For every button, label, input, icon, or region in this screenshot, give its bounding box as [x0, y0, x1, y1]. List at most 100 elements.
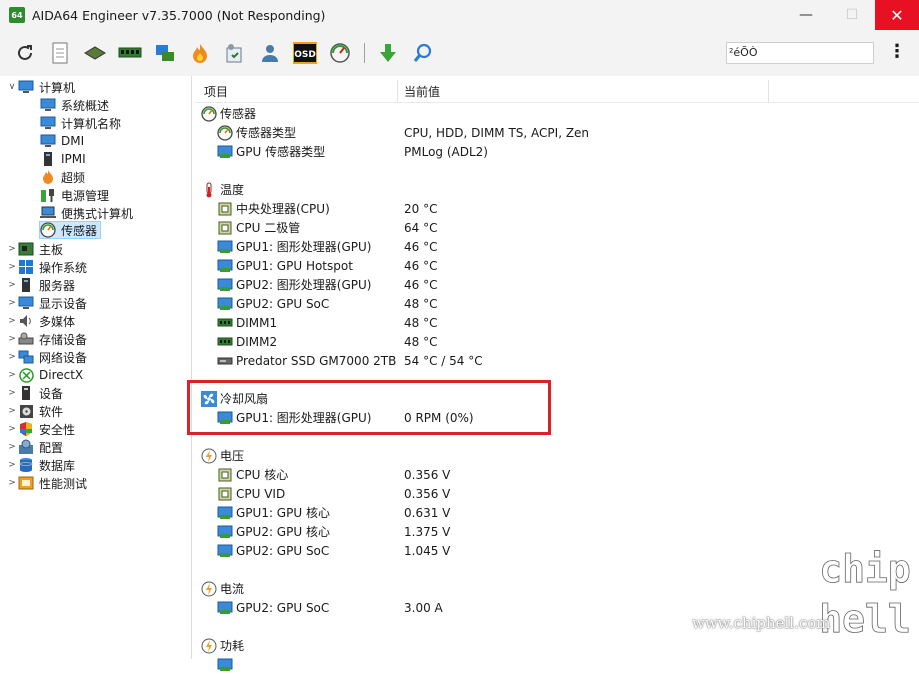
- collapse-arrow-icon[interactable]: >: [6, 316, 18, 326]
- cpu-chip-icon: [217, 201, 233, 217]
- table-row[interactable]: GPU2: 图形处理器(GPU): [217, 275, 372, 294]
- collapse-arrow-icon[interactable]: >: [6, 280, 18, 290]
- app-icon: 64: [9, 7, 25, 23]
- column-divider[interactable]: [768, 80, 769, 102]
- collapse-arrow-icon[interactable]: >: [6, 478, 18, 488]
- tree-item-motherboard[interactable]: > 主板: [6, 240, 63, 258]
- row-value: PMLog (ADL2): [404, 144, 488, 159]
- column-header-item[interactable]: 项目: [204, 80, 228, 102]
- tree-item-sensor[interactable]: 传感器: [39, 221, 102, 239]
- tree-item-config[interactable]: > 配置: [6, 438, 63, 456]
- cpu-chip-icon: [217, 467, 233, 483]
- table-row[interactable]: Predator SSD GM7000 2TB: [217, 351, 396, 370]
- tree-item-display[interactable]: > 显示设备: [6, 294, 87, 312]
- tree-item-overclock[interactable]: 超频: [40, 168, 85, 186]
- user-icon[interactable]: [257, 40, 283, 66]
- tree-item-computer[interactable]: ∨ 计算机: [6, 78, 75, 96]
- table-row[interactable]: GPU1: 图形处理器(GPU): [217, 237, 372, 256]
- osd-icon[interactable]: OSD: [292, 40, 318, 66]
- xbox-icon: [18, 367, 34, 383]
- table-row[interactable]: GPU2: GPU SoC: [217, 294, 329, 313]
- tree-item-software[interactable]: > 软件: [6, 402, 63, 420]
- gpu-card-icon: [217, 543, 233, 559]
- row-value: CPU, HDD, DIMM TS, ACPI, Zen: [404, 125, 590, 140]
- search-input[interactable]: ²éÕÒ: [726, 42, 874, 64]
- collapse-arrow-icon[interactable]: >: [6, 262, 18, 272]
- close-button[interactable]: ✕: [875, 0, 919, 30]
- flame-icon: [40, 169, 56, 185]
- tree-item-server[interactable]: > 服务器: [6, 276, 75, 294]
- table-row[interactable]: 传感器类型: [217, 123, 296, 142]
- expand-arrow-icon[interactable]: ∨: [6, 82, 18, 92]
- section-header-sensor: 传感器: [201, 104, 256, 123]
- table-row[interactable]: GPU1: GPU 核心: [217, 503, 330, 522]
- tree-item-system-summary[interactable]: 系统概述: [40, 96, 109, 114]
- memory-icon[interactable]: [117, 40, 143, 66]
- collapse-arrow-icon[interactable]: >: [6, 388, 18, 398]
- tree-item-operating-system[interactable]: > 操作系统: [6, 258, 87, 276]
- tree-item-database[interactable]: > 数据库: [6, 456, 75, 474]
- collapse-arrow-icon[interactable]: >: [6, 424, 18, 434]
- collapse-arrow-icon[interactable]: >: [6, 460, 18, 470]
- tree-item-devices[interactable]: > 设备: [6, 384, 63, 402]
- report-icon[interactable]: [47, 40, 73, 66]
- collapse-arrow-icon[interactable]: >: [6, 298, 18, 308]
- server-icon: [40, 151, 56, 167]
- row-value: 48 °C: [404, 296, 438, 311]
- table-row[interactable]: CPU 核心: [217, 465, 288, 484]
- tree-item-multimedia[interactable]: > 多媒体: [6, 312, 75, 330]
- row-value: 64 °C: [404, 220, 438, 235]
- shield-icon: [18, 421, 34, 437]
- overclock-icon[interactable]: [187, 40, 213, 66]
- more-options-button[interactable]: ⋮: [888, 40, 906, 64]
- tree-item-directx[interactable]: > DirectX: [6, 366, 83, 384]
- table-row[interactable]: GPU2: GPU 核心: [217, 522, 330, 541]
- refresh-icon[interactable]: [12, 40, 38, 66]
- benchmark-icon[interactable]: [327, 40, 353, 66]
- collapse-arrow-icon[interactable]: >: [6, 406, 18, 416]
- gpu-card-icon: [217, 600, 233, 616]
- minimize-button[interactable]: —: [783, 0, 829, 30]
- section-header-temperature: 温度: [201, 180, 244, 199]
- tree-item-computer-name[interactable]: 计算机名称: [40, 114, 121, 132]
- monitor-icon: [40, 97, 56, 113]
- tree-item-network[interactable]: > 网络设备: [6, 348, 87, 366]
- tree-item-power-management[interactable]: 电源管理: [40, 186, 109, 204]
- table-row[interactable]: GPU2: GPU SoC: [217, 598, 329, 617]
- column-divider[interactable]: [397, 80, 398, 102]
- download-icon[interactable]: [375, 40, 401, 66]
- maximize-button[interactable]: ☐: [829, 0, 875, 30]
- motherboard-icon[interactable]: [82, 40, 108, 66]
- row-value: 48 °C: [404, 334, 438, 349]
- table-row[interactable]: [217, 655, 236, 674]
- tree-item-portable-computer[interactable]: 便携式计算机: [40, 204, 133, 222]
- pci-icon[interactable]: [152, 40, 178, 66]
- table-row[interactable]: CPU 二极管: [217, 218, 300, 237]
- tree-item-storage[interactable]: > 存储设备: [6, 330, 87, 348]
- tree-item-security[interactable]: > 安全性: [6, 420, 75, 438]
- tree-item-dmi[interactable]: DMI: [40, 132, 84, 150]
- collapse-arrow-icon[interactable]: >: [6, 370, 18, 380]
- tree-item-ipmi[interactable]: IPMI: [40, 150, 86, 168]
- column-header-value[interactable]: 当前值: [404, 80, 440, 102]
- table-row[interactable]: GPU2: GPU SoC: [217, 541, 329, 560]
- tree-item-benchmark[interactable]: > 性能测试: [6, 474, 87, 492]
- collapse-arrow-icon[interactable]: >: [6, 334, 18, 344]
- table-row[interactable]: GPU1: GPU Hotspot: [217, 256, 353, 275]
- row-value: 0.356 V: [404, 486, 451, 501]
- system-check-icon[interactable]: [222, 40, 248, 66]
- table-row[interactable]: DIMM1: [217, 313, 277, 332]
- collapse-arrow-icon[interactable]: >: [6, 352, 18, 362]
- collapse-arrow-icon[interactable]: >: [6, 244, 18, 254]
- table-row[interactable]: CPU VID: [217, 484, 285, 503]
- row-value: 0.631 V: [404, 505, 451, 520]
- table-row[interactable]: GPU 传感器类型: [217, 142, 325, 161]
- gpu-card-icon: [217, 505, 233, 521]
- table-row[interactable]: 中央处理器(CPU): [217, 199, 330, 218]
- collapse-arrow-icon[interactable]: >: [6, 442, 18, 452]
- sensor-gauge-icon: [40, 222, 56, 238]
- thermometer-icon: [201, 182, 217, 198]
- config-icon: [18, 439, 34, 455]
- table-row[interactable]: DIMM2: [217, 332, 277, 351]
- search-icon[interactable]: [410, 40, 436, 66]
